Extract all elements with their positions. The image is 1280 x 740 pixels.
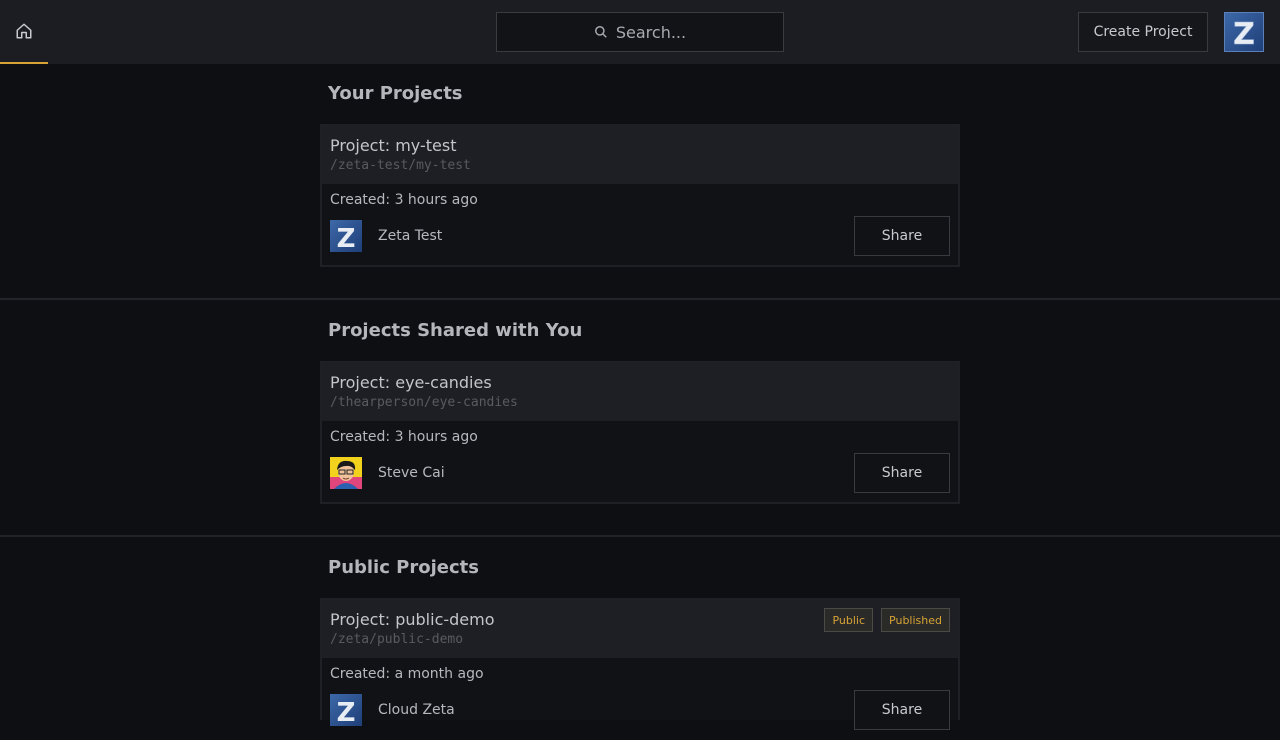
public-badge: Public xyxy=(824,608,874,632)
card-body: Created: 3 hours ago Steve Cai Share xyxy=(322,421,958,503)
project-card[interactable]: Project: public-demo /zeta/public-demo P… xyxy=(320,598,960,730)
created-time: Created: 3 hours ago xyxy=(330,429,478,445)
card-header: Project: my-test /zeta-test/my-test xyxy=(322,126,958,184)
owner-name: Steve Cai xyxy=(378,465,445,481)
owner-name: Cloud Zeta xyxy=(378,702,455,718)
svg-text:Z: Z xyxy=(337,698,356,726)
home-button[interactable] xyxy=(0,0,48,64)
project-card[interactable]: Project: eye-candies /thearperson/eye-ca… xyxy=(320,361,960,504)
create-project-button[interactable]: Create Project xyxy=(1078,12,1208,52)
project-path: /zeta-test/my-test xyxy=(330,158,471,173)
created-time: Created: 3 hours ago xyxy=(330,192,478,208)
search-input[interactable]: Search... xyxy=(496,12,784,52)
published-badge: Published xyxy=(881,608,950,632)
project-title[interactable]: Project: my-test xyxy=(330,136,950,156)
created-time: Created: a month ago xyxy=(330,666,484,682)
search-icon xyxy=(594,26,607,38)
svg-text:Z: Z xyxy=(337,224,356,252)
card-header: Project: public-demo /zeta/public-demo P… xyxy=(322,600,958,658)
section-title-your-projects: Your Projects xyxy=(328,83,463,104)
project-title[interactable]: Project: eye-candies xyxy=(330,373,950,393)
user-avatar[interactable]: Z xyxy=(1224,12,1264,52)
project-card[interactable]: Project: my-test /zeta-test/my-test Crea… xyxy=(320,124,960,267)
section-title-public-projects: Public Projects xyxy=(328,557,479,578)
share-button[interactable]: Share xyxy=(854,216,950,256)
project-path: /thearperson/eye-candies xyxy=(330,395,518,410)
section-divider xyxy=(0,535,1280,537)
section-divider xyxy=(0,298,1280,300)
owner-avatar: Z xyxy=(330,694,362,726)
section-title-shared-projects: Projects Shared with You xyxy=(328,320,583,341)
card-body: Created: 3 hours ago Z Zeta Test Share xyxy=(322,184,958,266)
card-header: Project: eye-candies /thearperson/eye-ca… xyxy=(322,363,958,421)
share-button[interactable]: Share xyxy=(854,453,950,493)
avatar-letter: Z xyxy=(1233,17,1255,51)
search-placeholder: Search... xyxy=(615,22,687,42)
card-body: Created: a month ago Z Cloud Zeta Share xyxy=(322,658,958,740)
project-path: /zeta/public-demo xyxy=(330,632,464,647)
badge-group: Public Published xyxy=(824,608,950,632)
owner-name: Zeta Test xyxy=(378,228,443,244)
share-button[interactable]: Share xyxy=(854,690,950,730)
owner-avatar xyxy=(330,457,362,489)
home-icon xyxy=(16,23,32,39)
top-bar: Search... Create Project Z xyxy=(0,0,1280,64)
owner-avatar: Z xyxy=(330,220,362,252)
